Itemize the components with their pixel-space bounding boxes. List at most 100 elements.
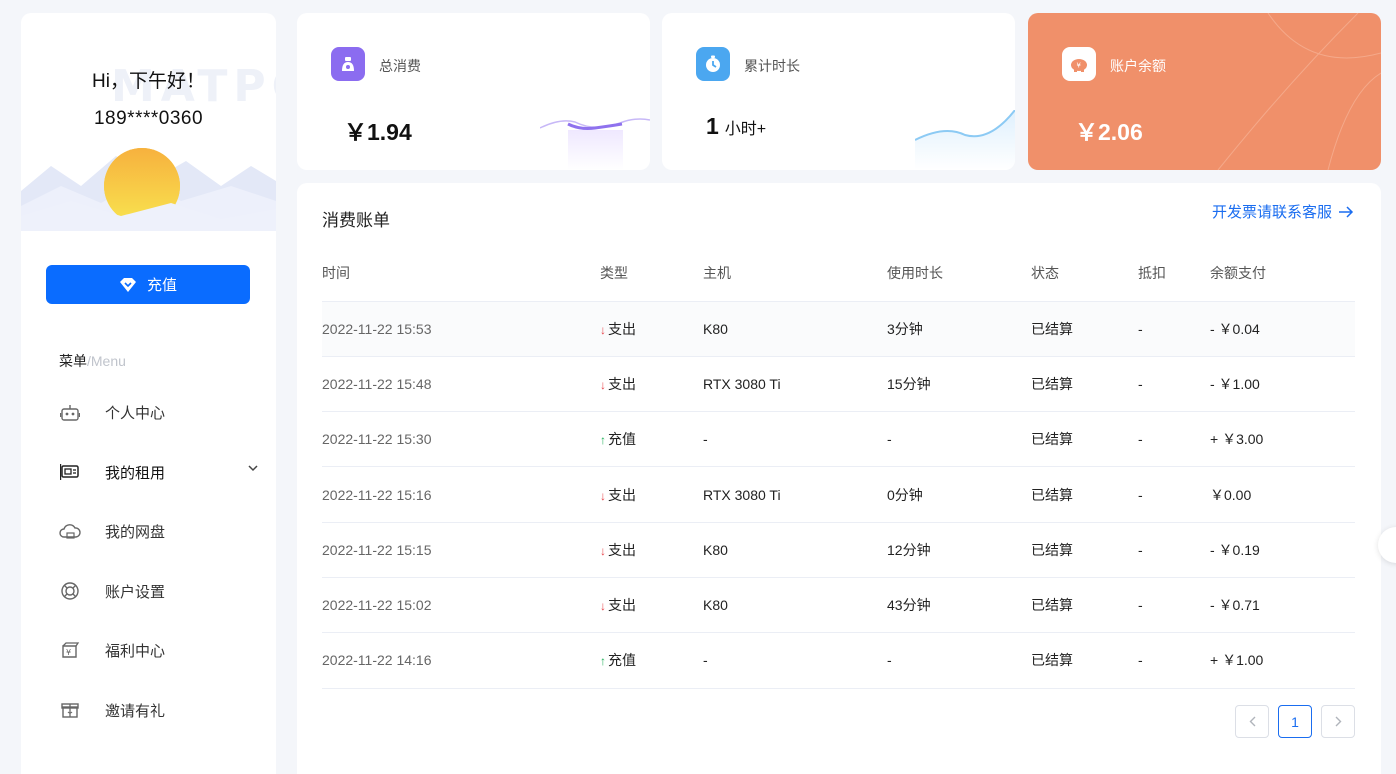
column-header: 时间 <box>322 246 600 302</box>
arrow-down-icon: ↓ <box>600 543 606 558</box>
cell-status: 已结算 <box>1031 632 1138 689</box>
sunset-illustration <box>21 148 276 231</box>
type-label: 充值 <box>608 652 636 669</box>
cell-status: 已结算 <box>1031 301 1138 357</box>
total-time-number: 1 <box>706 113 719 139</box>
cell-amount: - ￥0.19 <box>1210 522 1355 578</box>
cell-type: ↓ 支出 <box>600 577 703 634</box>
table-header-row: 时间 类型 主机 使用时长 状态 抵扣 余额支付 <box>322 246 1355 302</box>
cell-status: 已结算 <box>1031 411 1138 468</box>
sidebar-item-my-rentals[interactable]: 我的租用 <box>21 443 276 503</box>
total-time-value: 1 小时+ <box>706 113 766 140</box>
greeting: Hi，下午好！ <box>92 71 205 92</box>
sidebar-item-label: 账户设置 <box>105 583 166 601</box>
invoice-contact-link[interactable]: 开发票请联系客服 <box>1212 201 1354 222</box>
cell-duration: 3分钟 <box>887 301 1031 357</box>
recharge-button[interactable]: 充值 <box>46 265 250 304</box>
cell-duration: 0分钟 <box>887 466 1031 523</box>
cell-deduct: - <box>1138 301 1210 357</box>
balance-value: ￥2.06 <box>1075 119 1143 145</box>
cell-time: 2022-11-22 15:48 <box>322 356 600 413</box>
column-header: 使用时长 <box>887 246 1031 302</box>
cell-duration: - <box>887 632 1031 689</box>
cell-type: ↑ 充值 <box>600 411 703 468</box>
sidebar-item-account-settings[interactable]: 账户设置 <box>21 562 276 622</box>
type-label: 支出 <box>608 597 636 614</box>
sidebar-item-welfare-center[interactable]: ¥ 福利中心 <box>21 621 276 681</box>
user-phone: 189****0360 <box>93 108 204 129</box>
gpu-card-icon <box>59 461 81 483</box>
next-page-button[interactable] <box>1321 705 1355 738</box>
sidebar-menu: 个人中心 我的租用 我的网盘 账户设置 ¥ 福利中心 邀请有礼 <box>21 383 276 740</box>
bill-panel: 消费账单 开发票请联系客服 时间 类型 主机 使用时长 状态 抵扣 余额支付 2… <box>297 183 1381 774</box>
cell-type: ↓ 支出 <box>600 522 703 578</box>
column-header: 类型 <box>600 246 703 302</box>
cell-deduct: - <box>1138 356 1210 413</box>
page-number-button[interactable]: 1 <box>1278 705 1312 738</box>
cell-time: 2022-11-22 15:30 <box>322 411 600 468</box>
menu-title: 菜单/Menu <box>59 351 126 371</box>
table-row: 2022-11-22 15:53 ↓ 支出 K80 3分钟 已结算 - - ￥0.04 <box>322 301 1355 357</box>
sidebar-item-my-disk[interactable]: 我的网盘 <box>21 502 276 562</box>
arrow-down-icon: ↓ <box>600 377 606 392</box>
sidebar-item-label: 个人中心 <box>105 405 166 423</box>
cell-status: 已结算 <box>1031 522 1138 578</box>
wallet-bag-icon <box>331 47 365 81</box>
sidebar-item-label: 我的租用 <box>105 464 166 482</box>
cell-deduct: - <box>1138 522 1210 578</box>
stopwatch-icon <box>696 47 730 81</box>
arrow-down-icon: ↓ <box>600 488 606 503</box>
cell-duration: 43分钟 <box>887 577 1031 634</box>
total-spend-value: ￥1.94 <box>344 119 412 145</box>
arrow-right-icon <box>1339 205 1354 218</box>
cell-deduct: - <box>1138 632 1210 689</box>
svg-text:¥: ¥ <box>66 648 71 657</box>
type-label: 支出 <box>608 486 636 503</box>
cell-amount: - ￥0.71 <box>1210 577 1355 634</box>
menu-title-en: /Menu <box>87 353 126 369</box>
sidebar-item-personal-center[interactable]: 个人中心 <box>21 383 276 443</box>
cell-type: ↑ 充值 <box>600 632 703 689</box>
sidebar-item-invite-gift[interactable]: 邀请有礼 <box>21 681 276 741</box>
cell-type: ↓ 支出 <box>600 356 703 413</box>
recharge-label: 充值 <box>146 277 177 294</box>
cell-host: K80 <box>703 577 887 634</box>
cloud-disk-icon <box>59 521 81 543</box>
total-time-label: 累计时长 <box>744 58 800 74</box>
piggy-bank-icon: ¥ <box>1062 47 1096 81</box>
table-row: 2022-11-22 14:16 ↑ 充值 - - 已结算 - + ￥1.00 <box>322 632 1355 689</box>
settings-ring-icon <box>59 580 81 602</box>
type-label: 充值 <box>608 431 636 448</box>
cell-duration: 12分钟 <box>887 522 1031 578</box>
prev-page-button[interactable] <box>1235 705 1269 738</box>
user-hero: MATPC Hi，下午好！ 189****0360 <box>21 13 276 231</box>
sidebar-item-label: 我的网盘 <box>105 524 166 542</box>
bill-title: 消费账单 <box>322 211 390 230</box>
cell-time: 2022-11-22 15:16 <box>322 466 600 523</box>
table-row: 2022-11-22 15:02 ↓ 支出 K80 43分钟 已结算 - - ￥0.71 <box>322 577 1355 634</box>
cell-deduct: - <box>1138 466 1210 523</box>
robot-icon <box>59 402 81 424</box>
type-label: 支出 <box>608 541 636 558</box>
chevron-right-icon <box>1335 716 1341 727</box>
cell-amount: + ￥3.00 <box>1210 411 1355 468</box>
table-row: 2022-11-22 15:48 ↓ 支出 RTX 3080 Ti 15分钟 已结算 - - … <box>322 356 1355 413</box>
cell-host: - <box>703 632 887 689</box>
arrow-up-icon: ↑ <box>600 654 606 669</box>
column-header: 余额支付 <box>1210 246 1355 302</box>
total-spend-label: 总消费 <box>379 58 421 74</box>
cell-status: 已结算 <box>1031 577 1138 634</box>
cell-time: 2022-11-22 15:02 <box>322 577 600 634</box>
cell-host: RTX 3080 Ti <box>703 466 887 523</box>
type-label: 支出 <box>608 320 636 337</box>
cell-host: K80 <box>703 522 887 578</box>
diamond-heart-icon <box>119 277 136 292</box>
sidebar: MATPC Hi，下午好！ 189****0360 充值 菜单/Menu 个人中… <box>21 13 276 774</box>
time-trend-sparkline <box>915 110 1015 170</box>
column-header: 抵扣 <box>1138 246 1210 302</box>
cell-host: K80 <box>703 301 887 357</box>
invoice-link-label: 开发票请联系客服 <box>1211 204 1332 221</box>
welfare-icon: ¥ <box>59 640 81 662</box>
table-row: 2022-11-22 15:30 ↑ 充值 - - 已结算 - + ￥3.00 <box>322 411 1355 468</box>
cell-status: 已结算 <box>1031 356 1138 413</box>
